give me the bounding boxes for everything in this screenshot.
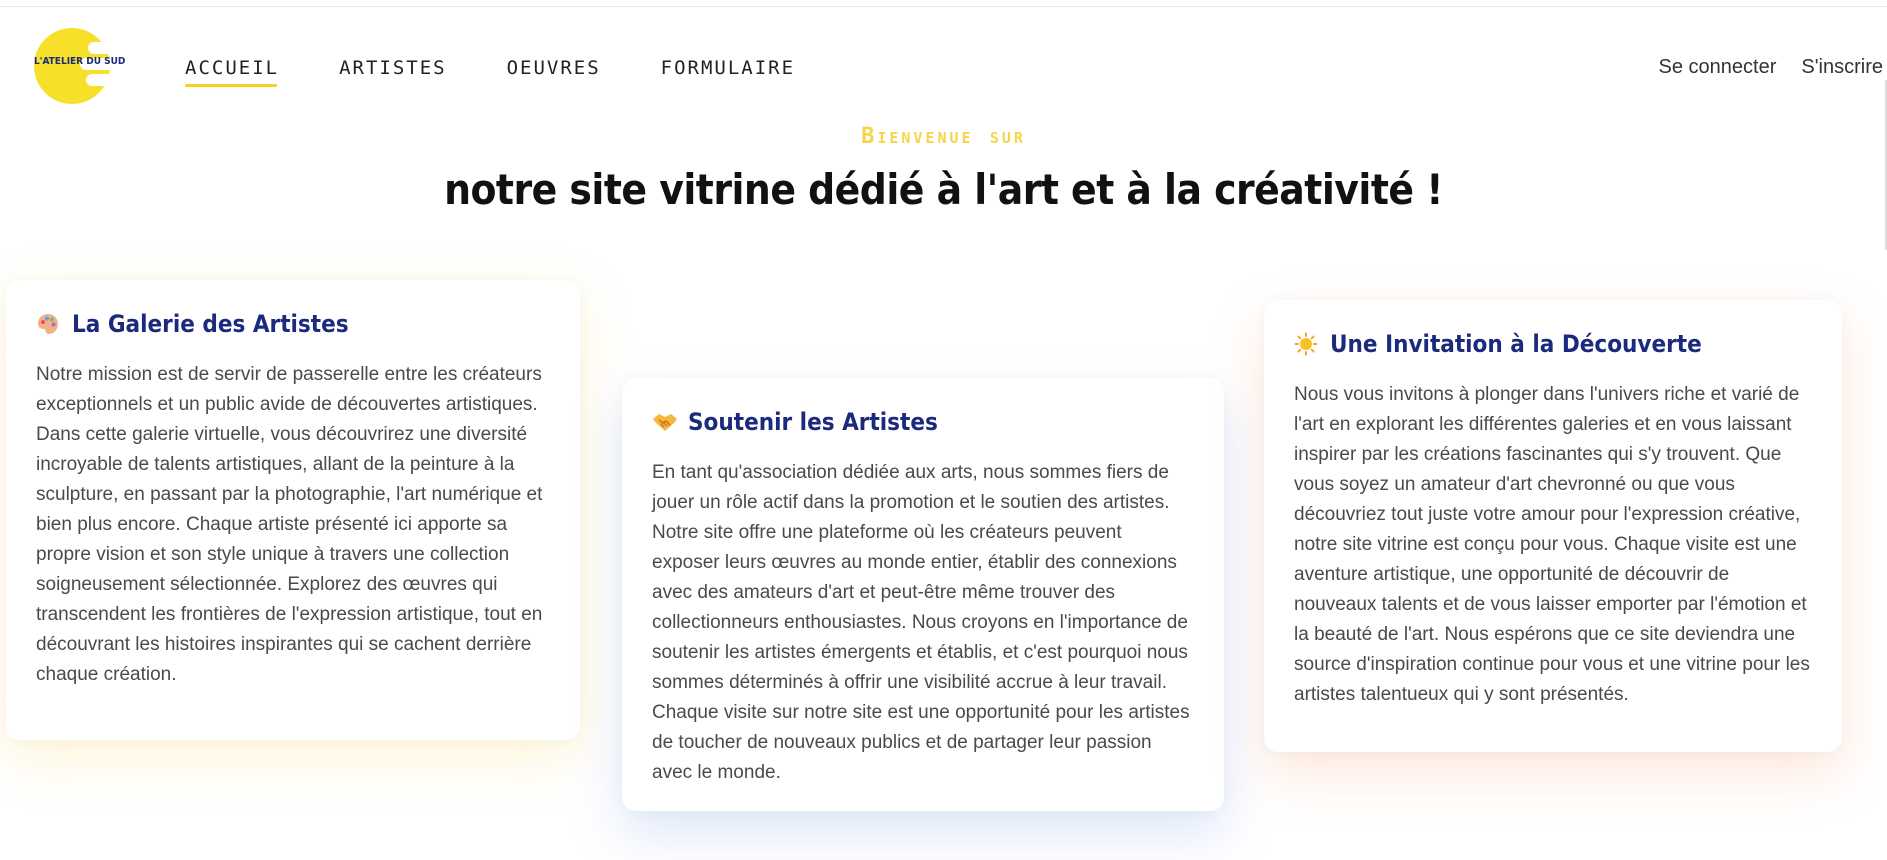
logo-cloud-icon bbox=[74, 38, 120, 98]
nav-item-formulaire[interactable]: Formulaire bbox=[661, 57, 795, 79]
site-logo[interactable]: L'ATELIER DU SUD bbox=[34, 28, 125, 106]
card-header: Une Invitation à la Découverte bbox=[1294, 330, 1812, 358]
card-title: Soutenir les Artistes bbox=[688, 408, 938, 436]
card-header: La Galerie des Artistes bbox=[36, 310, 550, 338]
card-text: Notre mission est de servir de passerell… bbox=[36, 364, 543, 685]
card-text: En tant qu'association dédiée aux arts, … bbox=[652, 462, 1190, 783]
card-text: Nous vous invitons à plonger dans l'univ… bbox=[1294, 384, 1810, 705]
logo-text: L'ATELIER DU SUD bbox=[34, 56, 126, 67]
palette-icon bbox=[36, 312, 60, 336]
main-menu: Accueil Artistes Oeuvres Formulaire bbox=[185, 57, 855, 87]
card-title: La Galerie des Artistes bbox=[72, 310, 349, 338]
sun-icon bbox=[1294, 332, 1318, 356]
auth-links: Se connecter S'inscrire bbox=[1659, 56, 1883, 79]
card-title: Une Invitation à la Découverte bbox=[1330, 330, 1702, 358]
top-divider bbox=[0, 6, 1887, 7]
card-invitation: Une Invitation à la Découverte Nous vous… bbox=[1264, 300, 1842, 752]
handshake-icon bbox=[652, 410, 677, 434]
login-link[interactable]: Se connecter bbox=[1659, 56, 1777, 79]
hero-kicker: Bienvenue sur bbox=[861, 124, 1026, 149]
top-navigation: L'ATELIER DU SUD Accueil Artistes Oeuvre… bbox=[0, 20, 1887, 115]
page: L'ATELIER DU SUD Accueil Artistes Oeuvre… bbox=[0, 0, 1887, 860]
nav-item-artistes[interactable]: Artistes bbox=[339, 57, 447, 79]
nav-item-oeuvres[interactable]: Oeuvres bbox=[507, 57, 601, 79]
hero-title: notre site vitrine dédié à l'art et à la… bbox=[444, 165, 1443, 214]
signup-link[interactable]: S'inscrire bbox=[1801, 56, 1883, 79]
nav-item-accueil[interactable]: Accueil bbox=[185, 57, 279, 87]
card-soutenir: Soutenir les Artistes En tant qu'associa… bbox=[622, 378, 1224, 811]
card-galerie: La Galerie des Artistes Notre mission es… bbox=[6, 280, 580, 740]
card-header: Soutenir les Artistes bbox=[652, 408, 1194, 436]
